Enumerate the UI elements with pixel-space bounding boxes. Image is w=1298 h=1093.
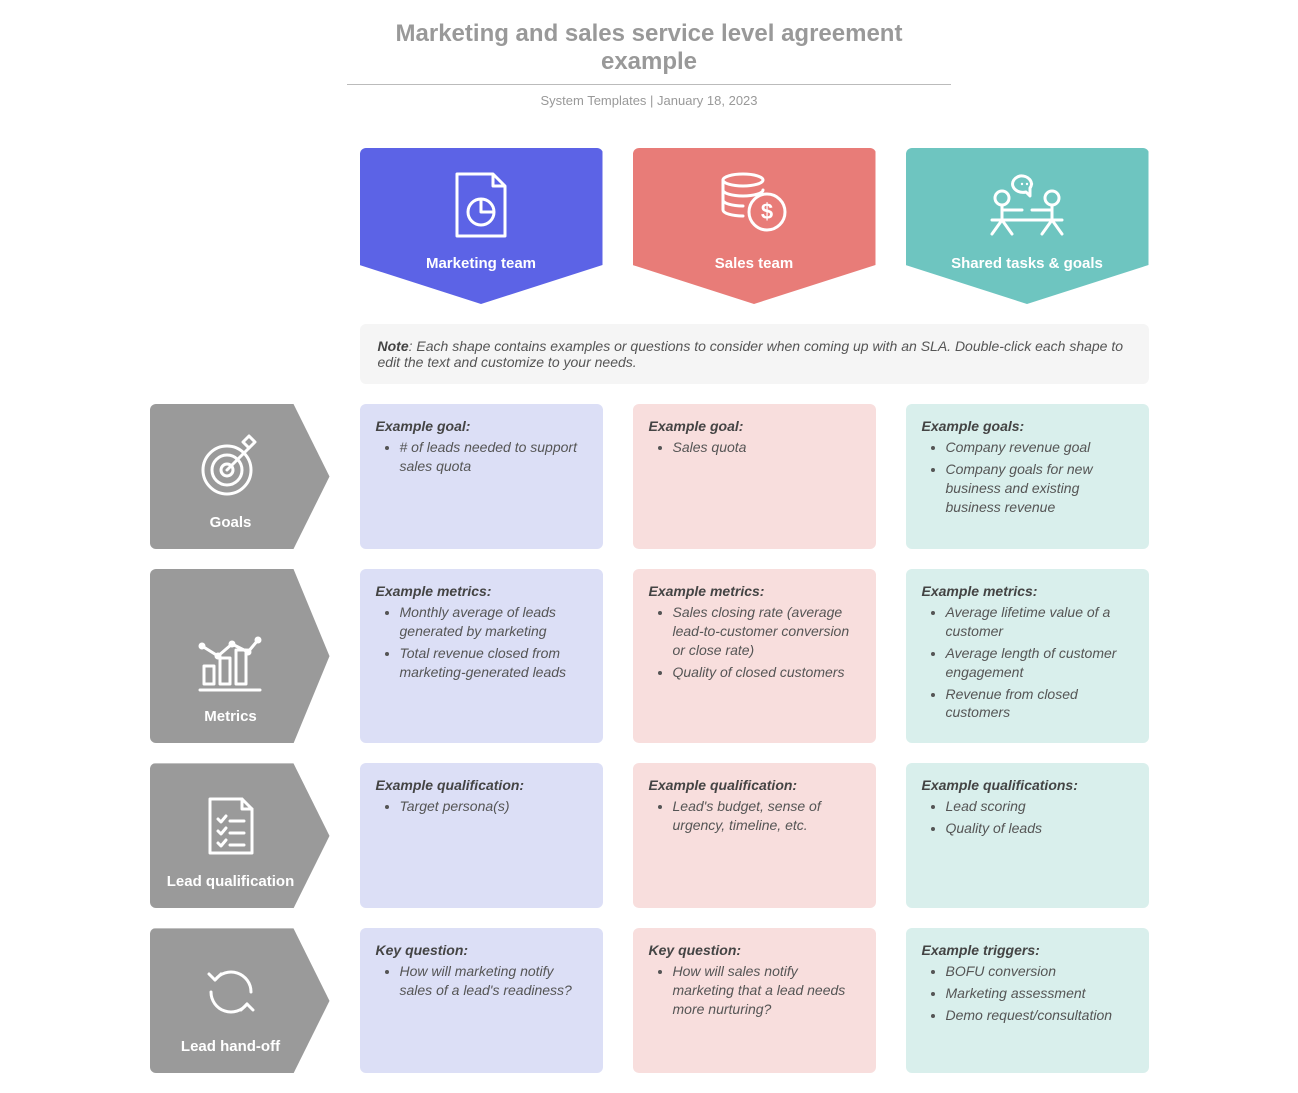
list-item: Lead scoring [946, 797, 1133, 816]
list-item: Average length of customer engagement [946, 644, 1133, 682]
column-header-sales-label: Sales team [715, 255, 793, 272]
row-label-leadqual[interactable]: Lead qualification [150, 763, 330, 908]
cell-lead: Example goal: [649, 418, 860, 434]
coins-dollar-icon: $ [717, 170, 791, 234]
column-header-marketing-label: Marketing team [426, 255, 536, 272]
grid-spacer [150, 324, 330, 384]
cell-handoff-marketing[interactable]: Key question: How will marketing notify … [360, 928, 603, 1073]
list-item: Demo request/consultation [946, 1006, 1133, 1025]
grid-spacer [150, 148, 330, 304]
report-pie-file-icon [453, 170, 509, 240]
cell-list: BOFU conversion Marketing assessment Demo … [922, 962, 1133, 1025]
cell-lead: Example qualification: [376, 777, 587, 793]
cell-goals-marketing[interactable]: Example goal: # of leads needed to suppo… [360, 404, 603, 549]
row-label-metrics-text: Metrics [204, 708, 257, 725]
cell-goals-shared[interactable]: Example goals: Company revenue goalCompa… [906, 404, 1149, 549]
cell-lead: Key question: [649, 942, 860, 958]
bar-chart-icon [198, 636, 264, 692]
row-label-metrics[interactable]: Metrics [150, 569, 330, 743]
page-title: Marketing and sales service level agreem… [347, 20, 951, 85]
cell-handoff-sales[interactable]: Key question: How will sales notify mark… [633, 928, 876, 1073]
svg-text:$: $ [761, 199, 773, 224]
row-label-handoff[interactable]: Lead hand-off [150, 928, 330, 1073]
list-item: Lead's budget, sense of urgency, timelin… [673, 797, 860, 835]
list-item: Sales closing rate (average lead-to-cust… [673, 603, 860, 660]
cell-goals-sales[interactable]: Example goal: Sales quota [633, 404, 876, 549]
cell-metrics-marketing[interactable]: Example metrics: Monthly average of lead… [360, 569, 603, 743]
cell-leadqual-sales[interactable]: Example qualification: Lead's budget, se… [633, 763, 876, 908]
row-label-goals[interactable]: Goals [150, 404, 330, 549]
list-item: Quality of leads [946, 819, 1133, 838]
cell-list: Lead's budget, sense of urgency, timelin… [649, 797, 860, 835]
note-box[interactable]: Note: Each shape contains examples or qu… [360, 324, 1149, 384]
list-item: Average lifetime value of a customer [946, 603, 1133, 641]
cell-metrics-shared[interactable]: Example metrics: Average lifetime value … [906, 569, 1149, 743]
column-header-shared[interactable]: Shared tasks & goals [906, 148, 1149, 304]
cell-list: How will marketing notify sales of a lea… [376, 962, 587, 1000]
cell-lead: Example qualifications: [922, 777, 1133, 793]
note-text: : Each shape contains examples or questi… [378, 338, 1124, 370]
cell-lead: Example qualification: [649, 777, 860, 793]
list-item: How will marketing notify sales of a lea… [400, 962, 587, 1000]
cycle-arrows-icon [201, 962, 261, 1022]
list-item: Total revenue closed from marketing-gene… [400, 644, 587, 682]
cell-lead: Key question: [376, 942, 587, 958]
date-label: January 18, 2023 [657, 93, 757, 108]
cell-list: Sales closing rate (average lead-to-cust… [649, 603, 860, 682]
list-item: Company revenue goal [946, 438, 1133, 457]
cell-handoff-shared[interactable]: Example triggers: BOFU conversion Marketi… [906, 928, 1149, 1073]
cell-list: Average lifetime value of a customerAver… [922, 603, 1133, 722]
note-lead: Note [378, 338, 409, 354]
column-header-marketing[interactable]: Marketing team [360, 148, 603, 304]
cell-lead: Example metrics: [376, 583, 587, 599]
row-label-goals-text: Goals [210, 514, 252, 531]
cell-lead: Example metrics: [649, 583, 860, 599]
subtitle-separator: | [646, 93, 657, 108]
list-item: Target persona(s) [400, 797, 587, 816]
list-item: Revenue from closed customers [946, 685, 1133, 723]
list-item: Sales quota [673, 438, 860, 457]
cell-metrics-sales[interactable]: Example metrics: Sales closing rate (ave… [633, 569, 876, 743]
cell-lead: Example goal: [376, 418, 587, 434]
cell-list: Lead scoring Quality of leads [922, 797, 1133, 838]
row-label-leadqual-text: Lead qualification [167, 873, 295, 890]
list-item: Company goals for new business and exist… [946, 460, 1133, 517]
list-item: # of leads needed to support sales quota [400, 438, 587, 476]
list-item: Monthly average of leads generated by ma… [400, 603, 587, 641]
cell-lead: Example triggers: [922, 942, 1133, 958]
column-header-shared-label: Shared tasks & goals [951, 255, 1103, 272]
list-item: Quality of closed customers [673, 663, 860, 682]
checklist-file-icon [206, 795, 256, 857]
row-label-handoff-text: Lead hand-off [181, 1038, 280, 1055]
target-icon [199, 434, 263, 498]
source-label: System Templates [540, 93, 646, 108]
list-item: BOFU conversion [946, 962, 1133, 981]
cell-leadqual-marketing[interactable]: Example qualification: Target persona(s) [360, 763, 603, 908]
column-header-sales[interactable]: $ Sales team [633, 148, 876, 304]
cell-list: Sales quota [649, 438, 860, 457]
cell-list: Target persona(s) [376, 797, 587, 816]
people-meeting-icon [982, 170, 1072, 240]
cell-list: # of leads needed to support sales quota [376, 438, 587, 476]
cell-list: Monthly average of leads generated by ma… [376, 603, 587, 682]
cell-lead: Example metrics: [922, 583, 1133, 599]
list-item: Marketing assessment [946, 984, 1133, 1003]
document-header: Marketing and sales service level agreem… [54, 20, 1244, 108]
cell-list: Company revenue goal Company goals for ne… [922, 438, 1133, 517]
list-item: How will sales notify marketing that a l… [673, 962, 860, 1019]
cell-leadqual-shared[interactable]: Example qualifications: Lead scoring Qual… [906, 763, 1149, 908]
page-subtitle: System Templates | January 18, 2023 [54, 93, 1244, 108]
cell-lead: Example goals: [922, 418, 1133, 434]
cell-list: How will sales notify marketing that a l… [649, 962, 860, 1019]
